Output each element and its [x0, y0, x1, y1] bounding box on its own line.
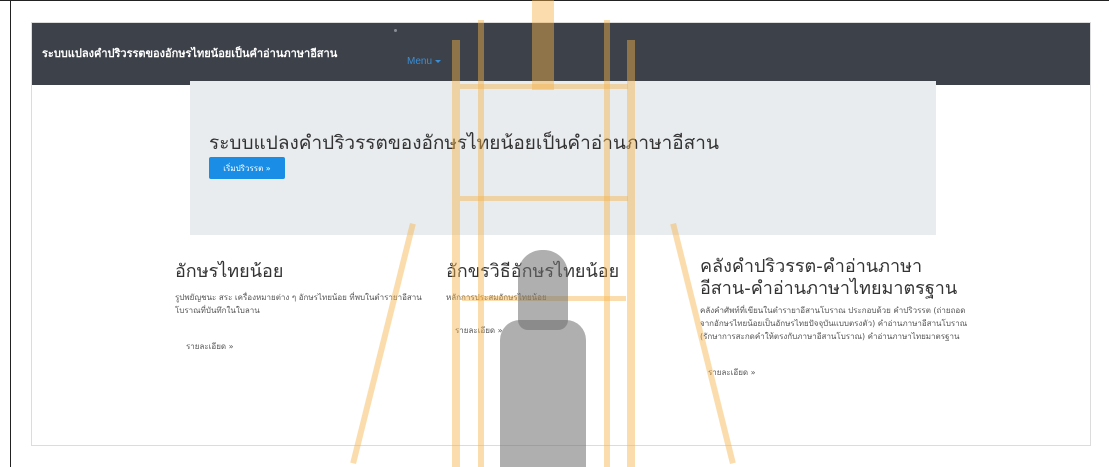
details-link[interactable]: รายละเอียด » — [455, 324, 503, 337]
column-thai-noi-orthography: อักขรวิธีอักษรไทยน้อย หลักการประสมอักษรไ… — [446, 256, 706, 337]
web-page: ระบบแปลงคำปริวรรตของอักษรไทยน้อยเป็นคำอ่… — [31, 22, 1091, 446]
column-text: รูปพยัญชนะ สระ เครื่องหมายต่าง ๆ อักษรไท… — [175, 293, 422, 315]
start-transliterate-button[interactable]: เริ่มปริวรรต » — [209, 157, 285, 179]
navbar: ระบบแปลงคำปริวรรตของอักษรไทยน้อยเป็นคำอ่… — [32, 23, 1090, 85]
caret-down-icon — [435, 60, 442, 63]
menu-dropdown[interactable]: Menu — [407, 56, 442, 67]
details-link[interactable]: รายละเอียด » — [186, 340, 234, 353]
column-heading: อักษรไทยน้อย — [175, 261, 284, 282]
window-frame-top — [0, 0, 1109, 1]
navbar-dot — [394, 29, 397, 32]
jumbotron: ระบบแปลงคำปริวรรตของอักษรไทยน้อยเป็นคำอ่… — [190, 81, 936, 235]
page-title: ระบบแปลงคำปริวรรตของอักษรไทยน้อยเป็นคำอ่… — [209, 132, 719, 154]
window-frame-left — [10, 0, 11, 467]
navbar-brand[interactable]: ระบบแปลงคำปริวรรตของอักษรไทยน้อยเป็นคำอ่… — [42, 44, 337, 62]
column-heading: คลังคำปริวรรต-คำอ่านภาษาอีสาน-คำอ่านภาษา… — [700, 256, 958, 299]
menu-label: Menu — [407, 56, 433, 67]
column-heading: อักขรวิธีอักษรไทยน้อย — [446, 261, 620, 282]
column-text: คลังคำศัพท์ที่เขียนในตำรายาอีสานโบราณ ปร… — [700, 306, 968, 341]
column-word-corpus: คลังคำปริวรรต-คำอ่านภาษาอีสาน-คำอ่านภาษา… — [700, 256, 970, 379]
column-text: หลักการประสมอักษรไทยน้อย — [446, 293, 547, 302]
column-thai-noi-alphabet: อักษรไทยน้อย รูปพยัญชนะ สระ เครื่องหมายต… — [175, 256, 445, 353]
details-link[interactable]: รายละเอียด » — [708, 366, 756, 379]
